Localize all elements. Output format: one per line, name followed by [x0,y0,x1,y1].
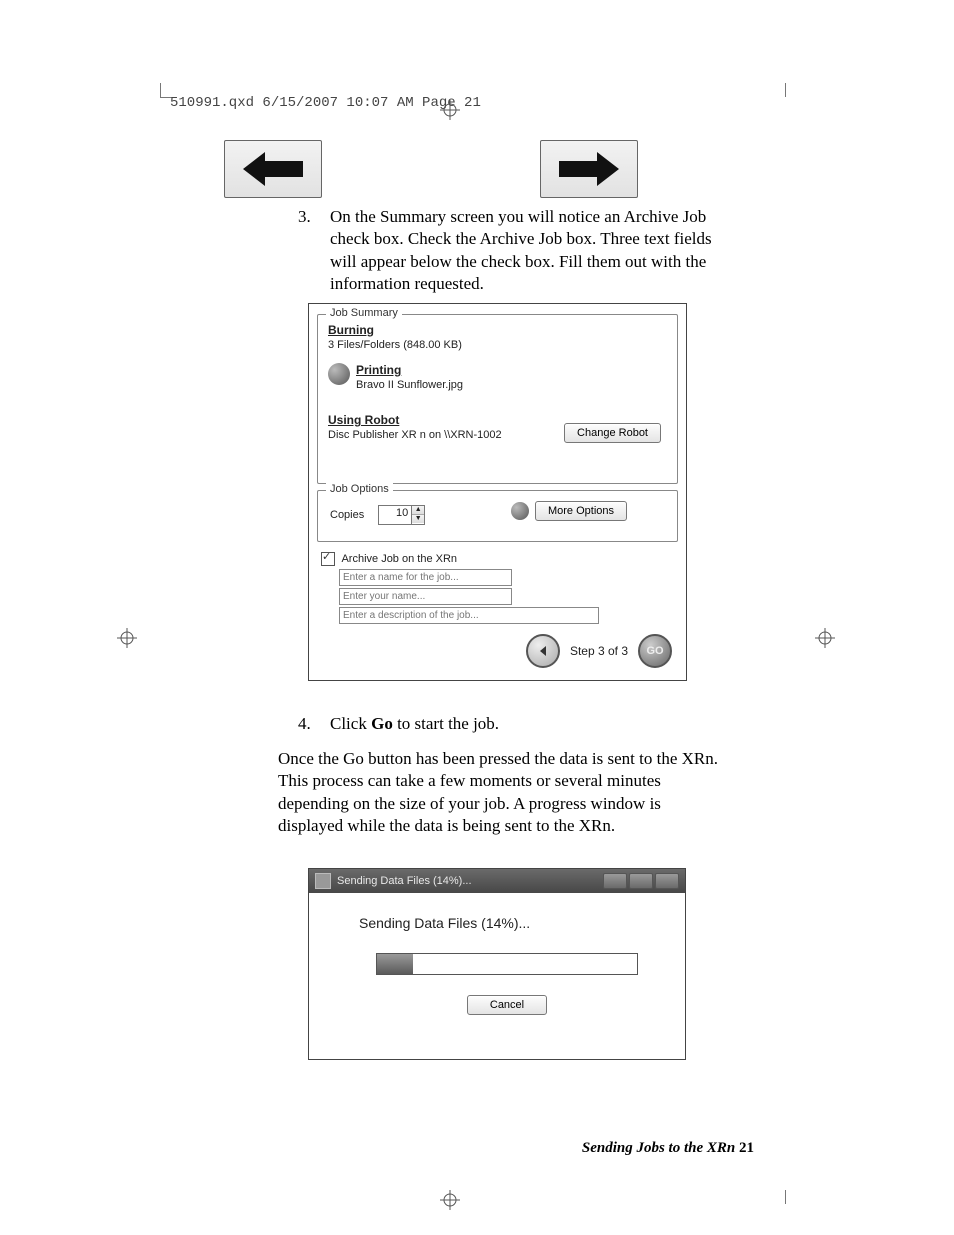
progress-fill [377,954,413,974]
page-footer: Sending Jobs to the XRn 21 [582,1140,754,1157]
burning-link[interactable]: Burning [328,323,462,337]
page-number: 21 [739,1140,754,1156]
copies-stepper[interactable]: 10 ▲▼ [378,505,425,525]
maximize-button[interactable] [629,873,653,889]
step-number: 4. [298,713,311,735]
arrow-left-icon [243,152,303,186]
archive-description-input[interactable] [339,607,599,624]
cancel-button[interactable]: Cancel [467,995,547,1015]
registration-mark-icon [815,628,835,648]
step-3-paragraph: 3. On the Summary screen you will notice… [330,206,720,296]
printing-section: Printing Bravo II Sunflower.jpg [328,363,463,391]
page: 510991.qxd 6/15/2007 10:07 AM Page 21 3.… [0,0,954,1235]
registration-mark-icon [117,628,137,648]
archive-job-name-input[interactable] [339,569,512,586]
step-text: On the Summary screen you will notice an… [330,207,712,293]
job-summary-group: Job Summary Burning 3 Files/Folders (848… [317,314,678,484]
archive-your-name-input[interactable] [339,588,512,605]
burning-detail: 3 Files/Folders (848.00 KB) [328,339,462,351]
job-summary-legend: Job Summary [326,307,402,319]
step4-b: to start the job. [393,714,499,733]
progress-paragraph: Once the Go button has been pressed the … [278,748,723,838]
printing-detail: Bravo II Sunflower.jpg [356,379,463,391]
progress-bar [376,953,638,975]
job-options-group: Job Options Copies 10 ▲▼ More Options [317,490,678,542]
step-number: 3. [298,206,311,228]
minimize-button[interactable] [603,873,627,889]
archive-label: Archive Job on the XRn [341,553,457,565]
window-titlebar: Sending Data Files (14%)... [309,869,685,893]
registration-mark-icon [440,100,460,120]
step-indicator: Step 3 of 3 [570,644,628,658]
prev-page-button[interactable] [224,140,322,198]
step4-a: Click [330,714,371,733]
options-icon [511,502,529,520]
back-button[interactable] [526,634,560,668]
robot-section: Using Robot Disc Publisher XR n on \\XRN… [328,413,502,441]
disc-icon [328,363,350,385]
using-robot-link[interactable]: Using Robot [328,413,502,427]
app-icon [315,873,331,889]
crop-mark [785,83,786,97]
progress-heading: Sending Data Files (14%)... [359,915,655,931]
arrow-left-icon [536,644,550,658]
close-button[interactable] [655,873,679,889]
next-page-button[interactable] [540,140,638,198]
copies-down[interactable]: ▼ [412,515,424,523]
burning-section: Burning 3 Files/Folders (848.00 KB) [328,323,462,351]
window-title: Sending Data Files (14%)... [337,875,472,887]
progress-screenshot: Sending Data Files (14%)... Sending Data… [308,868,686,1060]
change-robot-button-wrap: Change Robot [564,423,661,443]
copies-value: 10 [379,506,411,524]
more-options-button[interactable]: More Options [535,501,627,521]
go-button[interactable]: GO [638,634,672,668]
job-options-legend: Job Options [326,483,393,495]
copies-label: Copies [330,509,364,521]
step4-bold: Go [371,714,393,733]
wizard-nav: Step 3 of 3 GO [526,634,672,668]
footer-text: Sending Jobs to the XRn [582,1140,735,1156]
printing-link[interactable]: Printing [356,363,463,377]
slug-line: 510991.qxd 6/15/2007 10:07 AM Page 21 [170,95,481,111]
summary-screenshot: Job Summary Burning 3 Files/Folders (848… [308,303,687,681]
change-robot-button[interactable]: Change Robot [564,423,661,443]
step-4-paragraph: 4. Click Go to start the job. [330,713,720,735]
crop-mark [785,1190,786,1204]
copies-up[interactable]: ▲ [412,506,424,515]
archive-section: Archive Job on the XRn [321,552,674,624]
arrow-right-icon [559,152,619,186]
crop-mark [160,83,161,97]
archive-checkbox-row[interactable]: Archive Job on the XRn [321,552,674,566]
archive-checkbox[interactable] [321,552,335,566]
robot-detail: Disc Publisher XR n on \\XRN-1002 [328,429,502,441]
registration-mark-icon [440,1190,460,1210]
